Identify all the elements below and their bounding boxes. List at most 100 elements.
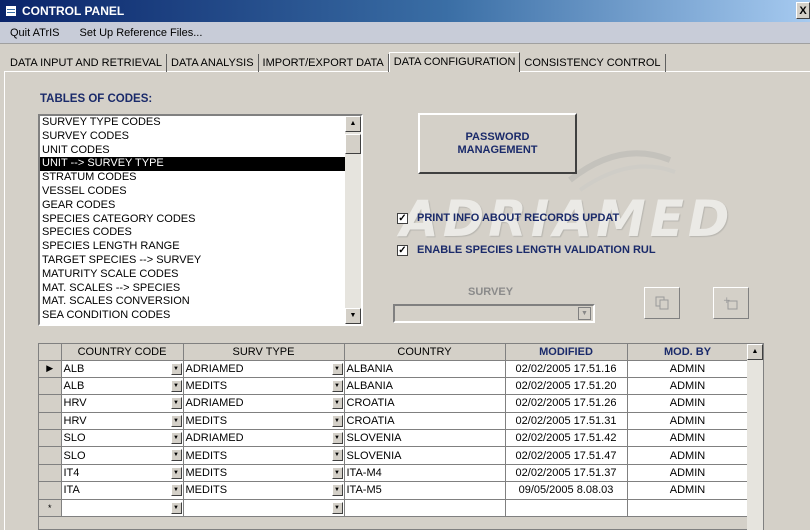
codes-list-item[interactable]: GEAR CODES <box>40 199 348 213</box>
print-info-checkbox[interactable]: ✓ <box>397 212 408 224</box>
col-header-surv-type[interactable]: SURV TYPE <box>183 344 345 361</box>
chevron-down-icon[interactable]: ▼ <box>331 397 343 410</box>
chevron-down-icon[interactable]: ▼ <box>170 484 182 497</box>
cell-country-code[interactable]: IT4 ▼ <box>61 464 184 483</box>
chevron-down-icon[interactable]: ▼ <box>331 414 343 427</box>
chevron-down-icon[interactable]: ▼ <box>331 379 343 392</box>
row-selector[interactable] <box>39 412 62 431</box>
scroll-up-icon[interactable]: ▲ <box>747 344 763 360</box>
table-row[interactable]: ITA ▼ MEDITS ▼ ITA-M5 09/05/2005 8.08.03 ADMIN <box>39 481 749 500</box>
chevron-down-icon[interactable]: ▼ <box>170 414 182 427</box>
cell-country-code[interactable]: HRV ▼ <box>61 412 184 431</box>
new-row-selector[interactable]: * <box>39 499 62 518</box>
table-row[interactable]: ▶ ALB ▼ ADRIAMED ▼ ALBANIA 02/02/2005 17.51.16… <box>39 360 749 378</box>
codes-list-item[interactable]: MAT. SCALES CONVERSION <box>40 295 348 309</box>
cell-surv-type[interactable]: ADRIAMED ▼ <box>183 394 345 413</box>
row-selector[interactable] <box>39 481 62 500</box>
chevron-down-icon[interactable]: ▼ <box>331 484 343 497</box>
cell-country-code[interactable]: ALB ▼ <box>61 377 184 396</box>
chevron-down-icon[interactable]: ▼ <box>331 466 343 479</box>
codes-list-item[interactable]: SURVEY CODES <box>40 130 348 144</box>
codes-list-item[interactable]: MAT. SCALES --> SPECIES <box>40 282 348 296</box>
table-row[interactable]: SLO ▼ ADRIAMED ▼ SLOVENIA 02/02/2005 17.51.42… <box>39 429 749 448</box>
chevron-down-icon[interactable]: ▼ <box>170 432 182 445</box>
codes-list-item[interactable]: UNIT --> SURVEY TYPE <box>40 157 348 172</box>
cell-country-code[interactable]: ALB ▼ <box>61 360 184 378</box>
cell-surv-type[interactable]: MEDITS ▼ <box>183 481 345 500</box>
close-button[interactable]: X <box>796 2 810 19</box>
cell-surv-type[interactable]: MEDITS ▼ <box>183 446 345 465</box>
data-grid[interactable]: COUNTRY CODE SURV TYPE COUNTRY MODIFIED … <box>38 343 764 530</box>
scroll-thumb[interactable] <box>345 134 361 154</box>
row-selector[interactable] <box>39 394 62 413</box>
col-header-country[interactable]: COUNTRY <box>344 344 506 361</box>
copy-button[interactable] <box>644 287 680 319</box>
chevron-down-icon[interactable]: ▼ <box>578 307 591 320</box>
col-header-mod-by[interactable]: MOD. BY <box>627 344 749 361</box>
chevron-down-icon[interactable]: ▼ <box>331 501 343 514</box>
tab-data-analysis[interactable]: DATA ANALYSIS <box>167 54 259 72</box>
chevron-down-icon[interactable]: ▼ <box>170 379 182 392</box>
cell-surv-type[interactable]: MEDITS ▼ <box>183 464 345 483</box>
password-management-button[interactable]: PASSWORD MANAGEMENT <box>418 113 577 174</box>
length-validation-checkbox[interactable]: ✓ <box>397 244 408 256</box>
codes-list-item[interactable]: STRATUM CODES <box>40 171 348 185</box>
cell-surv-type[interactable]: MEDITS ▼ <box>183 412 345 431</box>
scroll-down-icon[interactable]: ▼ <box>345 308 361 324</box>
cell-country-code[interactable]: SLO ▼ <box>61 429 184 448</box>
chevron-down-icon[interactable]: ▼ <box>331 362 343 375</box>
length-validation-option[interactable]: ✓ ENABLE SPECIES LENGTH VALIDATION RUL <box>397 242 656 258</box>
codes-list-item[interactable]: SEA CONDITION CODES <box>40 309 348 323</box>
codes-list-item[interactable]: UNIT CODES <box>40 144 348 158</box>
col-header-modified[interactable]: MODIFIED <box>505 344 628 361</box>
chevron-down-icon[interactable]: ▼ <box>170 362 182 375</box>
cell-country-code[interactable]: ▼ <box>61 499 184 518</box>
tab-data-input[interactable]: DATA INPUT AND RETRIEVAL <box>6 54 167 72</box>
codes-list-item[interactable]: MATURITY SCALE CODES <box>40 268 348 282</box>
codes-listbox[interactable]: SURVEY TYPE CODES SURVEY CODES UNIT CODES U… <box>38 114 363 326</box>
row-selector[interactable] <box>39 446 62 465</box>
table-row[interactable]: ALB ▼ MEDITS ▼ ALBANIA 02/02/2005 17.51.20 ADM… <box>39 377 749 396</box>
codes-list-item[interactable]: SPECIES LENGTH RANGE <box>40 240 348 254</box>
cell-surv-type[interactable]: ADRIAMED ▼ <box>183 429 345 448</box>
menu-quit[interactable]: Quit ATrIS <box>10 27 60 39</box>
cell-surv-type[interactable]: ADRIAMED ▼ <box>183 360 345 378</box>
chevron-down-icon[interactable]: ▼ <box>170 449 182 462</box>
row-selector[interactable] <box>39 377 62 396</box>
scroll-up-icon[interactable]: ▲ <box>345 116 361 132</box>
row-selector[interactable] <box>39 429 62 448</box>
add-record-button[interactable]: + <box>713 287 749 319</box>
chevron-down-icon[interactable]: ▼ <box>331 449 343 462</box>
row-selector[interactable] <box>39 464 62 483</box>
codes-list-item[interactable]: SURVEY TYPE CODES <box>40 116 348 130</box>
codes-list-item[interactable]: WEATHER CONDITION CODES <box>40 323 348 324</box>
survey-combobox[interactable]: ▼ <box>393 304 595 323</box>
codes-list-item[interactable]: SPECIES CODES <box>40 226 348 240</box>
tab-consistency-control[interactable]: CONSISTENCY CONTROL <box>520 54 666 72</box>
cell-country-code[interactable]: ITA ▼ <box>61 481 184 500</box>
chevron-down-icon[interactable]: ▼ <box>170 397 182 410</box>
cell-country-code[interactable]: SLO ▼ <box>61 446 184 465</box>
chevron-down-icon[interactable]: ▼ <box>170 466 182 479</box>
codes-list-item[interactable]: TARGET SPECIES --> SURVEY <box>40 254 348 268</box>
menu-setup-reference-files[interactable]: Set Up Reference Files... <box>80 27 203 39</box>
cell-surv-type[interactable]: MEDITS ▼ <box>183 377 345 396</box>
chevron-down-icon[interactable]: ▼ <box>170 501 182 514</box>
grid-scrollbar[interactable]: ▲ <box>747 344 763 530</box>
print-info-option[interactable]: ✓ PRINT INFO ABOUT RECORDS UPDAT <box>397 210 619 226</box>
cell-surv-type[interactable]: ▼ <box>183 499 345 518</box>
table-row[interactable]: SLO ▼ MEDITS ▼ SLOVENIA 02/02/2005 17.51.47 AD… <box>39 446 749 465</box>
table-row[interactable]: HRV ▼ MEDITS ▼ CROATIA 02/02/2005 17.51.31 ADM… <box>39 412 749 431</box>
tab-import-export[interactable]: IMPORT/EXPORT DATA <box>259 54 389 72</box>
codes-list-item[interactable]: VESSEL CODES <box>40 185 348 199</box>
cell-country-code[interactable]: HRV ▼ <box>61 394 184 413</box>
new-record-row[interactable]: * ▼ ▼ <box>39 499 749 518</box>
chevron-down-icon[interactable]: ▼ <box>331 432 343 445</box>
codes-list-item[interactable]: SPECIES CATEGORY CODES <box>40 213 348 227</box>
codes-scrollbar[interactable]: ▲ ▼ <box>345 116 361 324</box>
table-row[interactable]: IT4 ▼ MEDITS ▼ ITA-M4 02/02/2005 17.51.37 ADMI… <box>39 464 749 483</box>
row-selector[interactable]: ▶ <box>39 360 62 378</box>
table-row[interactable]: HRV ▼ ADRIAMED ▼ CROATIA 02/02/2005 17.51.26 A… <box>39 394 749 413</box>
tab-data-configuration[interactable]: DATA CONFIGURATION <box>388 52 521 72</box>
col-header-country-code[interactable]: COUNTRY CODE <box>61 344 184 361</box>
